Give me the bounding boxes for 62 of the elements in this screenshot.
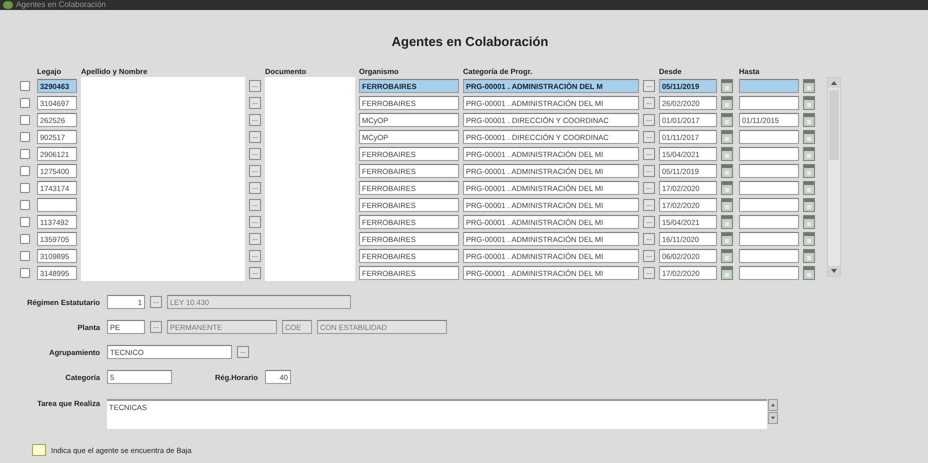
calendar-icon[interactable] bbox=[721, 146, 733, 160]
calendar-icon[interactable] bbox=[721, 248, 733, 262]
row-checkbox[interactable] bbox=[20, 148, 30, 158]
app-icon bbox=[3, 1, 13, 9]
date-field[interactable] bbox=[739, 266, 799, 280]
row-checkbox[interactable] bbox=[20, 200, 30, 210]
scroll-up-icon[interactable] bbox=[768, 399, 778, 411]
calendar-icon[interactable] bbox=[803, 96, 815, 110]
date-field[interactable] bbox=[739, 78, 799, 92]
scrollbar[interactable] bbox=[768, 399, 778, 424]
calendar-icon[interactable] bbox=[721, 130, 733, 144]
row-checkbox[interactable] bbox=[20, 250, 30, 260]
calendar-icon[interactable] bbox=[803, 266, 815, 280]
scroll-down-icon[interactable] bbox=[768, 412, 778, 424]
row-checkbox[interactable] bbox=[20, 98, 30, 108]
calendar-icon[interactable] bbox=[721, 78, 733, 92]
row-checkbox[interactable] bbox=[20, 80, 30, 90]
calendar-icon[interactable] bbox=[803, 112, 815, 126]
legajo-field[interactable] bbox=[37, 198, 77, 212]
date-field[interactable] bbox=[739, 214, 799, 228]
calendar-icon[interactable] bbox=[803, 130, 815, 144]
row-checkbox[interactable] bbox=[20, 182, 30, 192]
calendar-icon[interactable] bbox=[721, 232, 733, 246]
row-checkbox[interactable] bbox=[20, 132, 30, 142]
scroll-up-icon[interactable] bbox=[828, 78, 840, 88]
calendar-icon[interactable] bbox=[721, 164, 733, 178]
date-field[interactable] bbox=[739, 232, 799, 246]
name-field[interactable] bbox=[81, 264, 245, 281]
row-checkbox[interactable] bbox=[20, 166, 30, 176]
calendar-icon[interactable] bbox=[721, 266, 733, 280]
document-field[interactable] bbox=[265, 264, 355, 281]
calendar-icon[interactable] bbox=[721, 214, 733, 228]
date-field[interactable] bbox=[739, 180, 799, 194]
calendar-icon[interactable] bbox=[803, 214, 815, 228]
calendar-icon[interactable] bbox=[721, 96, 733, 110]
calendar-icon[interactable] bbox=[803, 232, 815, 246]
date-field[interactable] bbox=[739, 146, 799, 160]
calendar-icon[interactable] bbox=[803, 146, 815, 160]
form-title: Agentes en Colaboración bbox=[390, 33, 550, 51]
date-field[interactable] bbox=[739, 96, 799, 110]
date-field[interactable] bbox=[739, 164, 799, 178]
row-checkbox[interactable] bbox=[20, 234, 30, 244]
row-checkbox[interactable] bbox=[20, 114, 30, 124]
date-field[interactable] bbox=[739, 198, 799, 212]
document-field[interactable] bbox=[265, 77, 355, 94]
calendar-icon[interactable] bbox=[803, 180, 815, 194]
baja-checkbox[interactable] bbox=[32, 444, 46, 456]
calendar-icon[interactable] bbox=[803, 164, 815, 178]
calendar-icon[interactable] bbox=[721, 180, 733, 194]
row-checkbox[interactable] bbox=[20, 268, 30, 278]
calendar-icon[interactable] bbox=[803, 198, 815, 212]
scrollbar[interactable] bbox=[827, 77, 841, 277]
calendar-icon[interactable] bbox=[721, 198, 733, 212]
name-field[interactable] bbox=[81, 77, 245, 94]
calendar-icon[interactable] bbox=[803, 248, 815, 262]
date-field[interactable] bbox=[739, 248, 799, 262]
row-checkbox[interactable] bbox=[20, 216, 30, 226]
window-title: Agentes en Colaboración bbox=[16, 0, 106, 10]
scroll-down-icon[interactable] bbox=[828, 266, 840, 276]
calendar-icon[interactable] bbox=[721, 112, 733, 126]
calendar-icon[interactable] bbox=[803, 78, 815, 92]
date-field[interactable] bbox=[739, 130, 799, 144]
